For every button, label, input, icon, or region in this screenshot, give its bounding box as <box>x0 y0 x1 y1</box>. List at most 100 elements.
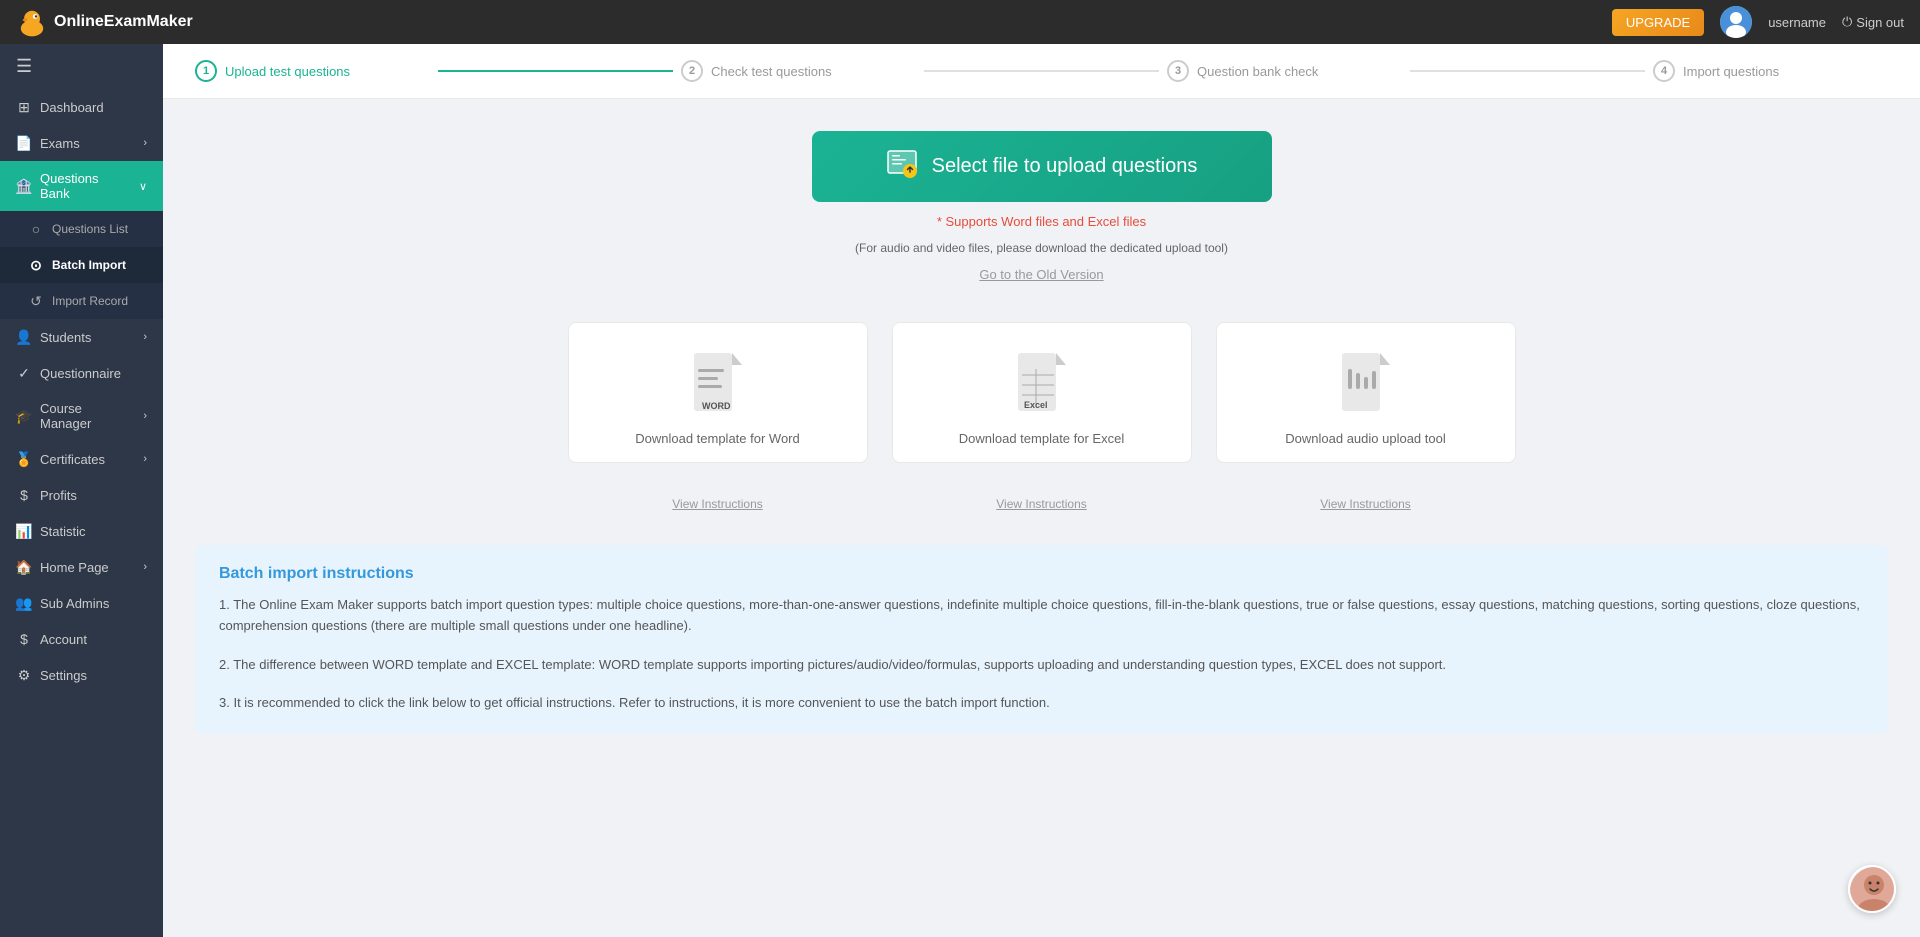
sidebar-item-questions-bank[interactable]: 🏦 Questions Bank ∨ <box>0 161 163 211</box>
excel-file-icon: Excel <box>1012 347 1072 419</box>
home-page-icon: 🏠 <box>16 559 32 575</box>
sidebar-item-course-manager[interactable]: 🎓 Course Manager › <box>0 391 163 441</box>
word-template-label: Download template for Word <box>635 431 800 446</box>
wizard-line-1 <box>438 70 673 72</box>
sub-admins-icon: 👥 <box>16 595 32 611</box>
instructions-title: Batch import instructions <box>219 565 1864 583</box>
template-card-audio[interactable]: Download audio upload tool <box>1216 322 1516 463</box>
sidebar-item-profits[interactable]: $ Profits <box>0 477 163 513</box>
sidebar-item-certificates[interactable]: 🏅 Certificates › <box>0 441 163 477</box>
questions-list-icon: ○ <box>28 221 44 237</box>
step-circle-2: 2 <box>681 60 703 82</box>
upgrade-button[interactable]: UPGRADE <box>1612 9 1704 36</box>
sidebar-item-import-record[interactable]: ↺ Import Record <box>0 283 163 319</box>
wizard-step-2: 2 Check test questions <box>681 60 916 82</box>
upload-button[interactable]: Select file to upload questions <box>812 131 1272 202</box>
templates-row: WORD Download template for Word <box>195 322 1888 463</box>
sidebar-label-students: Students <box>40 330 91 345</box>
settings-icon: ⚙ <box>16 667 32 683</box>
excel-view-instructions[interactable]: View Instructions <box>996 497 1087 511</box>
chevron-down-icon: ∨ <box>139 180 147 193</box>
word-file-icon: WORD <box>688 347 748 419</box>
step-circle-1: 1 <box>195 60 217 82</box>
students-icon: 👤 <box>16 329 32 345</box>
topbar-left: OnlineExamMaker <box>16 6 193 38</box>
sidebar-label-sub-admins: Sub Admins <box>40 596 109 611</box>
instructions-text-2: 2. The difference between WORD template … <box>219 655 1864 676</box>
sidebar-label-statistic: Statistic <box>40 524 86 539</box>
account-icon: $ <box>16 631 32 647</box>
step-label-1: Upload test questions <box>225 64 350 79</box>
wizard-step-3: 3 Question bank check <box>1167 60 1402 82</box>
sidebar-item-batch-import[interactable]: ⊙ Batch Import <box>0 247 163 283</box>
word-view-instructions[interactable]: View Instructions <box>672 497 763 511</box>
sidebar-label-questions-bank: Questions Bank <box>40 171 131 201</box>
chevron-right-icon-3: › <box>143 410 147 422</box>
sidebar-item-settings[interactable]: ⚙ Settings <box>0 657 163 693</box>
sidebar-label-dashboard: Dashboard <box>40 100 104 115</box>
avatar <box>1720 6 1752 38</box>
sidebar: ☰ ⊞ Dashboard 📄 Exams › 🏦 Questions Bank… <box>0 44 163 937</box>
import-record-icon: ↺ <box>28 293 44 309</box>
signout-button[interactable]: ⏻ Sign out <box>1842 14 1904 30</box>
sidebar-item-account[interactable]: $ Account <box>0 621 163 657</box>
sidebar-label-home-page: Home Page <box>40 560 109 575</box>
main-content: 1 Upload test questions 2 Check test que… <box>163 44 1920 937</box>
sidebar-label-exams: Exams <box>40 136 80 151</box>
step-circle-4: 4 <box>1653 60 1675 82</box>
excel-template-label: Download template for Excel <box>959 431 1124 446</box>
sidebar-label-profits: Profits <box>40 488 77 503</box>
sidebar-item-home-page[interactable]: 🏠 Home Page › <box>0 549 163 585</box>
sidebar-label-import-record: Import Record <box>52 294 128 308</box>
sidebar-item-dashboard[interactable]: ⊞ Dashboard <box>0 89 163 125</box>
wizard-line-2 <box>924 70 1159 72</box>
sidebar-label-settings: Settings <box>40 668 87 683</box>
power-icon: ⏻ <box>1842 14 1852 30</box>
sidebar-label-questions-list: Questions List <box>52 222 128 236</box>
username: username <box>1768 15 1826 30</box>
wizard-step-4: 4 Import questions <box>1653 60 1888 82</box>
sidebar-item-students[interactable]: 👤 Students › <box>0 319 163 355</box>
sidebar-item-questions-list[interactable]: ○ Questions List <box>0 211 163 247</box>
certificates-icon: 🏅 <box>16 451 32 467</box>
logo: OnlineExamMaker <box>16 6 193 38</box>
chevron-right-icon-2: › <box>143 331 147 343</box>
svg-text:WORD: WORD <box>702 401 731 411</box>
audio-template-label: Download audio upload tool <box>1285 431 1445 446</box>
template-card-excel[interactable]: Excel Download template for Excel <box>892 322 1192 463</box>
exams-icon: 📄 <box>16 135 32 151</box>
step-label-2: Check test questions <box>711 64 832 79</box>
step-circle-3: 3 <box>1167 60 1189 82</box>
questions-bank-icon: 🏦 <box>16 178 32 194</box>
step-label-4: Import questions <box>1683 64 1779 79</box>
logo-icon <box>16 6 48 38</box>
audio-file-icon <box>1336 347 1396 419</box>
sidebar-label-batch-import: Batch Import <box>52 258 126 272</box>
audio-view-instructions[interactable]: View Instructions <box>1320 497 1411 511</box>
wizard-step-1: 1 Upload test questions <box>195 60 430 82</box>
sidebar-item-questionnaire[interactable]: ✓ Questionnaire <box>0 355 163 391</box>
chevron-right-icon-5: › <box>143 561 147 573</box>
wizard-bar: 1 Upload test questions 2 Check test que… <box>163 44 1920 99</box>
questionnaire-icon: ✓ <box>16 365 32 381</box>
step-label-3: Question bank check <box>1197 64 1318 79</box>
old-version-link[interactable]: Go to the Old Version <box>979 267 1103 282</box>
topbar: OnlineExamMaker UPGRADE username ⏻ Sign … <box>0 0 1920 44</box>
template-card-word[interactable]: WORD Download template for Word <box>568 322 868 463</box>
sidebar-item-exams[interactable]: 📄 Exams › <box>0 125 163 161</box>
sidebar-label-certificates: Certificates <box>40 452 105 467</box>
logo-text: OnlineExamMaker <box>54 13 193 31</box>
sidebar-item-sub-admins[interactable]: 👥 Sub Admins <box>0 585 163 621</box>
sidebar-label-course-manager: Course Manager <box>40 401 135 431</box>
profits-icon: $ <box>16 487 32 503</box>
sidebar-toggle[interactable]: ☰ <box>0 44 163 89</box>
sidebar-item-statistic[interactable]: 📊 Statistic <box>0 513 163 549</box>
upload-section: Select file to upload questions * Suppor… <box>195 131 1888 282</box>
chat-avatar[interactable] <box>1848 865 1896 913</box>
sidebar-submenu-questions: ○ Questions List ⊙ Batch Import ↺ Import… <box>0 211 163 319</box>
course-manager-icon: 🎓 <box>16 408 32 424</box>
chevron-right-icon: › <box>143 137 147 149</box>
batch-import-icon: ⊙ <box>28 257 44 273</box>
instructions-text-1: 1. The Online Exam Maker supports batch … <box>219 595 1864 637</box>
chevron-right-icon-4: › <box>143 453 147 465</box>
